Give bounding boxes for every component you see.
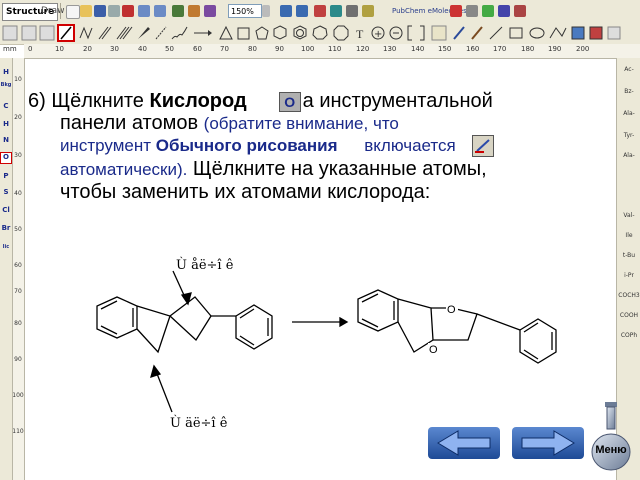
double-bond (100, 300, 118, 310)
double-bond (239, 308, 255, 319)
pointer-arrow-bottom (150, 364, 173, 413)
starting-molecule (96, 296, 273, 354)
forward-button[interactable] (512, 427, 584, 459)
double-bond (361, 293, 379, 303)
spiro-ring (169, 296, 212, 342)
product-molecule (357, 289, 557, 364)
flask-icon (591, 402, 631, 471)
forward-arrow-icon (521, 430, 575, 456)
double-bond (100, 325, 118, 335)
benzene-ring (96, 296, 138, 339)
benzene-ring (357, 289, 399, 332)
double-bond (361, 318, 379, 328)
reaction-arrow (292, 316, 349, 328)
phenyl-ring (235, 304, 273, 350)
ether-ring (397, 298, 434, 353)
menu-button[interactable]: Меню (590, 402, 632, 472)
oxygen-atom-label: O (447, 304, 456, 316)
menu-label: Меню (595, 444, 627, 456)
reaction-scheme: O O (96, 270, 557, 413)
double-bond (239, 335, 255, 346)
double-bond (523, 349, 539, 360)
double-bond (523, 322, 539, 333)
back-arrow-icon (437, 430, 491, 456)
phenyl-ring (519, 318, 557, 364)
cyclopentane-ring (136, 305, 171, 354)
single-bond (476, 313, 521, 331)
pointer-arrow-top (172, 270, 192, 306)
oxygen-atom-label: O (429, 344, 438, 356)
back-button[interactable] (428, 427, 500, 459)
